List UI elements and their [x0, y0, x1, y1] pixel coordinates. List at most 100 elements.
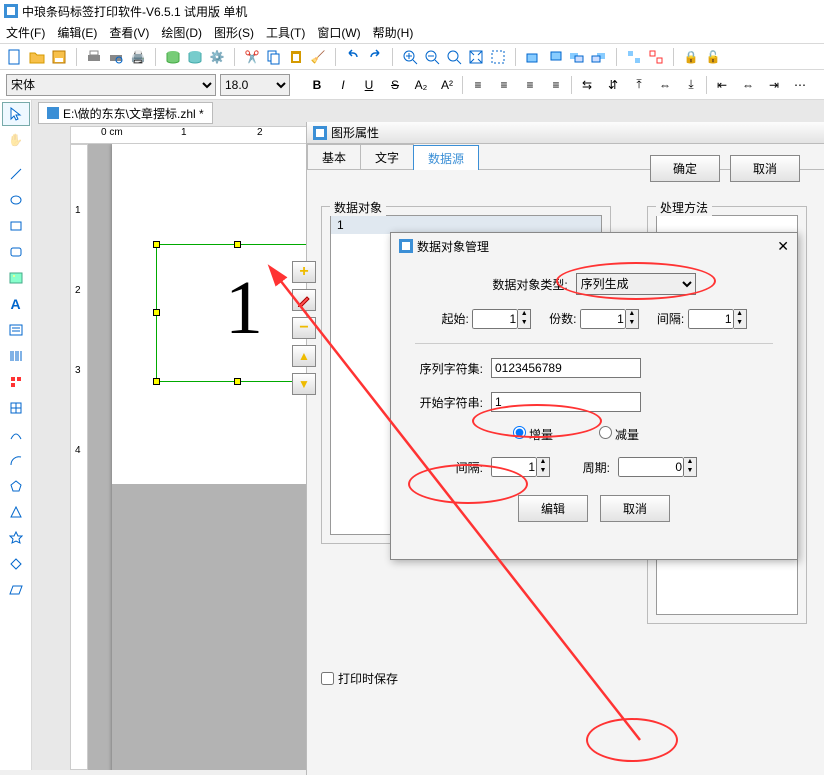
zoomsel-icon[interactable]	[489, 48, 507, 66]
tab-datasource[interactable]: 数据源	[413, 145, 479, 170]
hand-tool[interactable]: ✋	[2, 128, 30, 152]
super-button[interactable]: A₂	[410, 74, 432, 96]
barcode-tool[interactable]	[2, 344, 30, 368]
align-left-button[interactable]: ≡	[467, 74, 489, 96]
layer3-icon[interactable]	[568, 48, 586, 66]
menu-tool[interactable]: 工具(T)	[266, 24, 305, 41]
polygon-tool[interactable]	[2, 474, 30, 498]
roundrect-tool[interactable]	[2, 240, 30, 264]
panel-ok-button[interactable]: 确定	[650, 155, 720, 182]
charset-input[interactable]	[491, 358, 641, 378]
align-right-button[interactable]: ≡	[519, 74, 541, 96]
step-input[interactable]	[491, 457, 537, 477]
ungroup-icon[interactable]	[647, 48, 665, 66]
parallelogram-tool[interactable]	[2, 578, 30, 602]
curve-tool[interactable]	[2, 422, 30, 446]
menu-window[interactable]: 窗口(W)	[317, 24, 360, 41]
tab-text[interactable]: 文字	[360, 144, 414, 169]
dec-radio[interactable]	[599, 426, 612, 439]
align-bot-icon[interactable]: ⤓	[680, 74, 702, 96]
modal-edit-button[interactable]: 编辑	[518, 495, 588, 522]
align-r-icon[interactable]: ⇥	[763, 74, 785, 96]
star-tool[interactable]	[2, 526, 30, 550]
pointer-tool[interactable]	[2, 102, 30, 126]
triangle-tool[interactable]	[2, 500, 30, 524]
modal-cancel-button[interactable]: 取消	[600, 495, 670, 522]
unlock-icon[interactable]: 🔓	[704, 48, 722, 66]
italic-button[interactable]: I	[332, 74, 354, 96]
zoomout-icon[interactable]	[423, 48, 441, 66]
panel-cancel-button[interactable]: 取消	[730, 155, 800, 182]
align-top-icon[interactable]: ⤒	[628, 74, 650, 96]
db2-icon[interactable]	[186, 48, 204, 66]
align-c-icon[interactable]: ⇔	[737, 74, 759, 96]
add-obj-button[interactable]: +	[292, 261, 316, 283]
bold-button[interactable]: B	[306, 74, 328, 96]
inc-radio[interactable]	[513, 426, 526, 439]
remove-obj-button[interactable]: −	[292, 317, 316, 339]
qr-tool[interactable]	[2, 370, 30, 394]
startstr-input[interactable]	[491, 392, 641, 412]
layer2-icon[interactable]	[546, 48, 564, 66]
align-justify-button[interactable]: ≡	[545, 74, 567, 96]
align-mid-icon[interactable]: ⇔	[654, 74, 676, 96]
save-icon[interactable]	[50, 48, 68, 66]
distribute-v-icon[interactable]: ⇵	[602, 74, 624, 96]
richtext-tool[interactable]	[2, 318, 30, 342]
tab-basic[interactable]: 基本	[307, 144, 361, 169]
image-tool[interactable]	[2, 266, 30, 290]
type-select[interactable]: 序列生成	[576, 273, 696, 295]
text-tool[interactable]: A	[2, 292, 30, 316]
zoom-icon[interactable]	[445, 48, 463, 66]
new-icon[interactable]	[6, 48, 24, 66]
zoomfit-icon[interactable]	[467, 48, 485, 66]
align-center-button[interactable]: ≡	[493, 74, 515, 96]
arc-tool[interactable]	[2, 448, 30, 472]
gap-input[interactable]	[688, 309, 734, 329]
zoomin-icon[interactable]	[401, 48, 419, 66]
redo-icon[interactable]	[366, 48, 384, 66]
menu-file[interactable]: 文件(F)	[6, 24, 45, 41]
save-on-print-checkbox[interactable]	[321, 672, 334, 685]
menu-view[interactable]: 查看(V)	[109, 24, 149, 41]
cut-icon[interactable]: ✂️	[243, 48, 261, 66]
document-tab[interactable]: E:\做的东东\文章摆标.zhl *	[38, 102, 213, 124]
movedown-obj-button[interactable]: ▼	[292, 373, 316, 395]
font-select[interactable]: 宋体	[6, 74, 216, 96]
group-icon[interactable]	[625, 48, 643, 66]
menu-draw[interactable]: 绘图(D)	[161, 24, 202, 41]
layer4-icon[interactable]	[590, 48, 608, 66]
db-icon[interactable]	[164, 48, 182, 66]
menu-edit[interactable]: 编辑(E)	[57, 24, 97, 41]
line-tool[interactable]	[2, 162, 30, 186]
open-icon[interactable]	[28, 48, 46, 66]
settings-icon[interactable]: ⚙️	[208, 48, 226, 66]
copies-input[interactable]	[580, 309, 626, 329]
close-icon[interactable]: ✕	[777, 238, 789, 255]
edit-obj-button[interactable]	[292, 289, 316, 311]
more-icon[interactable]: ⋯	[789, 74, 811, 96]
period-input[interactable]	[618, 457, 684, 477]
print-preview-icon[interactable]	[107, 48, 125, 66]
strike-button[interactable]: S	[384, 74, 406, 96]
start-input[interactable]	[472, 309, 518, 329]
underline-button[interactable]: U	[358, 74, 380, 96]
layer1-icon[interactable]	[524, 48, 542, 66]
copy-icon[interactable]	[265, 48, 283, 66]
ellipse-tool[interactable]	[2, 188, 30, 212]
sub-button[interactable]: A²	[436, 74, 458, 96]
paste-icon[interactable]	[287, 48, 305, 66]
diamond-tool[interactable]	[2, 552, 30, 576]
menu-help[interactable]: 帮助(H)	[373, 24, 414, 41]
undo-icon[interactable]	[344, 48, 362, 66]
delete-icon[interactable]: 🧹	[309, 48, 327, 66]
align-l-icon[interactable]: ⇤	[711, 74, 733, 96]
grid-tool[interactable]	[2, 396, 30, 420]
print-setup-icon[interactable]: 🖨️	[129, 48, 147, 66]
rect-tool[interactable]	[2, 214, 30, 238]
distribute-h-icon[interactable]: ⇆	[576, 74, 598, 96]
moveup-obj-button[interactable]: ▲	[292, 345, 316, 367]
print-icon[interactable]	[85, 48, 103, 66]
fontsize-select[interactable]: 18.0	[220, 74, 290, 96]
menu-shape[interactable]: 图形(S)	[214, 24, 254, 41]
